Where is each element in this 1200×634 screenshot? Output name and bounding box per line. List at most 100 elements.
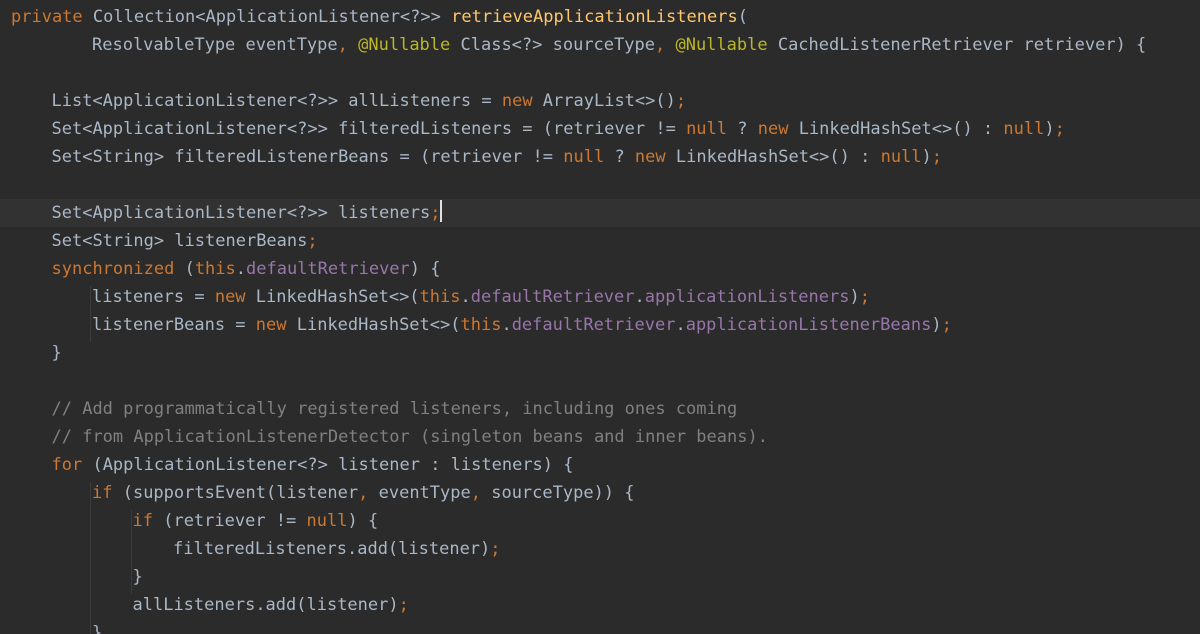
code-token: applicationListeners (644, 287, 850, 307)
code-token: eventType (368, 483, 471, 503)
code-text: private Collection<ApplicationListener<?… (11, 3, 748, 31)
code-token: new (757, 119, 789, 139)
code-token: this (194, 259, 236, 279)
code-token: defaultRetriever (470, 287, 635, 307)
code-token: (ApplicationListener<?> listener : liste… (82, 455, 574, 475)
code-line[interactable]: } (0, 619, 1200, 634)
code-token: ) (849, 287, 860, 307)
code-text: // from ApplicationListenerDetector (sin… (52, 423, 768, 451)
code-line[interactable]: listenerBeans = new LinkedHashSet<>(this… (0, 311, 1200, 339)
code-token: ? (604, 147, 635, 167)
code-text: synchronized (this.defaultRetriever) { (52, 255, 441, 283)
code-token: listenerBeans = (92, 315, 256, 335)
code-token: ArrayList<>() (532, 91, 676, 111)
code-token: Set<String> filteredListenerBeans = (ret… (51, 147, 564, 167)
code-token: ; (1054, 119, 1065, 139)
code-token: (retriever != (152, 511, 307, 531)
code-text: } (133, 563, 143, 591)
code-token: LinkedHashSet<>() : (788, 119, 1004, 139)
code-token: null (563, 147, 605, 167)
code-token: CachedListenerRetriever retriever) { (767, 35, 1147, 55)
code-token: @Nullable (675, 35, 768, 55)
code-token: new (255, 315, 287, 335)
code-token: . (460, 287, 471, 307)
code-token: retrieveApplicationListeners (451, 7, 738, 27)
code-token: (supportsEvent(listener (112, 483, 359, 503)
code-token: } (92, 623, 103, 634)
code-token: Set<String> listenerBeans (51, 231, 308, 251)
code-line[interactable]: allListeners.add(listener); (0, 591, 1200, 619)
code-line[interactable] (0, 59, 1200, 87)
code-token: } (132, 567, 143, 587)
code-token: ( (174, 259, 195, 279)
code-token: ? (727, 119, 758, 139)
code-token: synchronized (51, 259, 175, 279)
code-text: } (52, 339, 62, 367)
code-line[interactable]: List<ApplicationListener<?>> allListener… (0, 87, 1200, 115)
code-editor[interactable]: private Collection<ApplicationListener<?… (0, 0, 1200, 634)
code-token: null (1003, 119, 1045, 139)
code-text: if (retriever != null) { (133, 507, 379, 535)
code-token: List<ApplicationListener<?>> allListener… (51, 91, 502, 111)
code-line[interactable]: synchronized (this.defaultRetriever) { (0, 255, 1200, 283)
code-token: ; (675, 91, 687, 111)
code-line[interactable]: if (retriever != null) { (0, 507, 1200, 535)
code-line[interactable]: } (0, 563, 1200, 591)
code-line[interactable]: filteredListeners.add(listener); (0, 535, 1200, 563)
code-token: ) { (347, 511, 379, 531)
code-token: null (686, 119, 728, 139)
code-token: ; (941, 315, 952, 335)
code-token: private (11, 7, 83, 27)
code-line[interactable] (0, 367, 1200, 395)
code-token: LinkedHashSet<>() : (665, 147, 881, 167)
code-line[interactable]: listeners = new LinkedHashSet<>(this.def… (0, 283, 1200, 311)
code-token: LinkedHashSet<>( (286, 315, 461, 335)
code-token: for (51, 455, 83, 475)
code-token: null (306, 511, 348, 531)
code-token: ( (737, 7, 748, 27)
code-line[interactable]: Set<String> filteredListenerBeans = (ret… (0, 143, 1200, 171)
code-token: sourceType)) { (480, 483, 635, 503)
code-text: } (92, 619, 102, 634)
code-line[interactable]: Set<ApplicationListener<?>> filteredList… (0, 115, 1200, 143)
code-token: LinkedHashSet<>( (245, 287, 420, 307)
code-line[interactable]: ResolvableType eventType, @Nullable Clas… (0, 31, 1200, 59)
code-token: ; (307, 231, 318, 251)
code-text: List<ApplicationListener<?>> allListener… (52, 87, 687, 115)
code-token: new (634, 147, 666, 167)
code-text: Set<String> listenerBeans; (52, 227, 318, 255)
code-line[interactable]: if (supportsEvent(listener, eventType, s… (0, 479, 1200, 507)
code-text: for (ApplicationListener<?> listener : l… (52, 451, 574, 479)
code-line[interactable]: // Add programmatically registered liste… (0, 395, 1200, 423)
code-token: allListeners.add(listener) (132, 595, 399, 615)
code-text: // Add programmatically registered liste… (52, 395, 738, 423)
code-token: this (460, 315, 502, 335)
code-token: new (501, 91, 533, 111)
code-line[interactable]: private Collection<ApplicationListener<?… (0, 3, 1200, 31)
code-token: // Add programmatically registered liste… (51, 399, 738, 419)
code-token: ResolvableType eventType (92, 35, 338, 55)
code-token: this (419, 287, 461, 307)
code-token: ; (398, 595, 409, 615)
code-text: filteredListeners.add(listener); (173, 535, 501, 563)
code-line[interactable]: // from ApplicationListenerDetector (sin… (0, 423, 1200, 451)
code-token: defaultRetriever (511, 315, 676, 335)
code-token: , (358, 483, 369, 503)
code-token: , (654, 35, 666, 55)
code-token: } (51, 343, 62, 363)
code-token: ) { (409, 259, 441, 279)
code-line[interactable]: } (0, 339, 1200, 367)
code-line[interactable]: Set<String> listenerBeans; (0, 227, 1200, 255)
code-line[interactable] (0, 171, 1200, 199)
code-token: defaultRetriever (246, 259, 410, 279)
code-token: . (235, 259, 247, 279)
code-token: Set<ApplicationListener<?>> listeners (51, 203, 431, 223)
code-token: . (675, 315, 686, 335)
code-token: null (880, 147, 922, 167)
code-token: filteredListeners.add(listener) (173, 539, 491, 559)
code-token: @Nullable (358, 35, 451, 55)
code-line[interactable]: for (ApplicationListener<?> listener : l… (0, 451, 1200, 479)
code-token: // from ApplicationListenerDetector (sin… (51, 427, 768, 447)
code-line-current[interactable]: Set<ApplicationListener<?>> listeners; (0, 199, 1200, 227)
